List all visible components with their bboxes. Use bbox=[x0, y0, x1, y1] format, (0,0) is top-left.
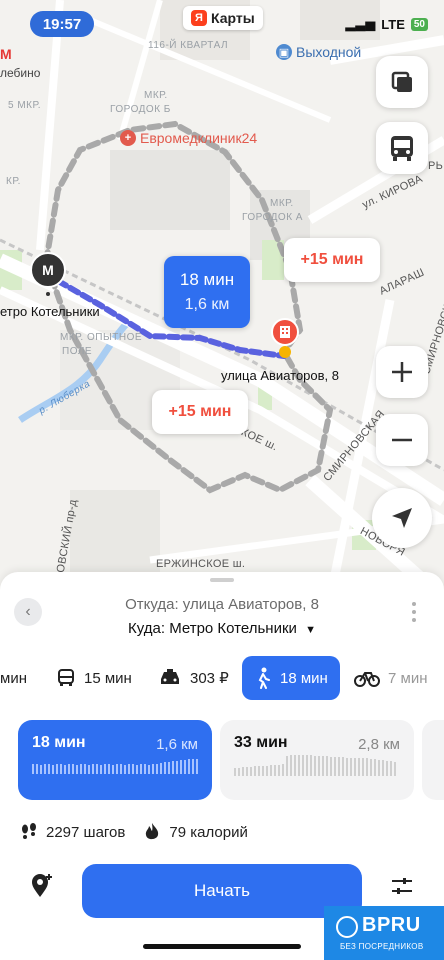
poi-label: Выходной bbox=[296, 44, 362, 60]
steps-count: 2297 шагов bbox=[46, 823, 126, 841]
start-button[interactable]: Начать bbox=[82, 864, 362, 918]
bike-icon bbox=[354, 672, 380, 687]
elevation-profile bbox=[32, 759, 198, 774]
steps-stat: 2297 шагов bbox=[20, 823, 125, 841]
maps-logo: Я Карты bbox=[183, 6, 263, 30]
medical-icon: + bbox=[120, 130, 136, 146]
route-from[interactable]: Откуда: улица Авиаторов, 8 bbox=[0, 596, 444, 613]
add-pin-icon bbox=[32, 874, 52, 897]
elevation-profile bbox=[234, 755, 396, 776]
sheet-grabber[interactable] bbox=[210, 578, 234, 582]
my-location-button[interactable] bbox=[372, 488, 432, 548]
more-icon bbox=[412, 602, 416, 606]
mode-label: 303 ₽ bbox=[190, 670, 229, 687]
transport-button[interactable] bbox=[376, 122, 428, 174]
building-icon bbox=[280, 326, 290, 338]
poi-vykhodnoy[interactable]: ▣ Выходной bbox=[276, 44, 361, 60]
sliders-icon bbox=[392, 878, 412, 894]
calories-count: 79 калорий bbox=[169, 823, 248, 841]
map-label: МКР. ОПЫТНОЕ bbox=[60, 332, 143, 343]
signal-icon: ▂▃▅ bbox=[345, 16, 376, 31]
map-label: ЕРЖИНСКОЕ ш. bbox=[156, 558, 246, 570]
destination-pin[interactable] bbox=[271, 318, 299, 346]
home-indicator[interactable] bbox=[143, 944, 301, 949]
route-variant-card[interactable]: 18 мин 1,6 км bbox=[18, 720, 212, 800]
metro-pin-dot bbox=[46, 292, 50, 296]
mode-label: 18 мин bbox=[280, 669, 328, 687]
mode-car[interactable]: мин bbox=[0, 656, 27, 700]
calories-stat: 79 калорий bbox=[143, 822, 248, 842]
badge-title: BPRU bbox=[362, 914, 421, 936]
transport-modes: мин 15 мин 303 ₽ 18 мин 7 мин bbox=[0, 656, 444, 700]
route-bubble-alt[interactable]: +15 мин bbox=[284, 238, 380, 282]
map-label: ГОРОДОК Б bbox=[110, 104, 171, 115]
metro-label: етро Котельники bbox=[0, 304, 100, 319]
route-sheet: ‹ Откуда: улица Авиаторов, 8 Куда: Метро… bbox=[0, 572, 444, 960]
map-label: ПОЛЕ bbox=[62, 346, 93, 357]
metro-icon: M bbox=[0, 46, 12, 62]
footsteps-icon bbox=[22, 823, 36, 839]
minus-icon bbox=[392, 438, 412, 442]
add-waypoint-button[interactable] bbox=[28, 872, 56, 900]
network-type: LTE bbox=[381, 16, 405, 32]
map-label: ГОРОДОК А bbox=[242, 212, 303, 223]
route-to[interactable]: Куда: Метро Котельники ▼ bbox=[0, 620, 444, 637]
variant-distance: 2,8 км bbox=[358, 736, 400, 753]
route-variant-card[interactable]: 33 мин 2,8 км bbox=[220, 720, 414, 800]
more-options-button[interactable] bbox=[412, 602, 416, 622]
poi-clinic[interactable]: + Евромедклиник24 bbox=[120, 130, 257, 146]
mode-taxi[interactable]: 303 ₽ bbox=[158, 656, 229, 700]
bus-icon bbox=[391, 136, 413, 161]
route-to-label: Куда: Метро Котельники bbox=[128, 620, 297, 637]
walk-icon bbox=[258, 667, 270, 689]
route-distance: 1,6 км bbox=[184, 296, 230, 313]
map-view[interactable]: лебино 116-Й КВАРТАЛ 5 МКР. МКР. ГОРОДОК… bbox=[0, 0, 444, 600]
map-label: лебино bbox=[0, 66, 41, 80]
mode-label: 15 мин bbox=[84, 669, 132, 687]
taxi-icon bbox=[161, 669, 179, 684]
people-icon bbox=[336, 916, 358, 938]
route-time: 18 мин bbox=[179, 270, 235, 289]
route-variant-card[interactable] bbox=[422, 720, 444, 800]
battery-level: 50 bbox=[410, 17, 428, 31]
destination-marker bbox=[279, 346, 291, 358]
mode-bus[interactable]: 15 мин bbox=[56, 656, 132, 700]
metro-pin[interactable]: М bbox=[30, 252, 66, 288]
location-arrow-icon bbox=[392, 508, 412, 528]
mode-label: мин bbox=[0, 669, 27, 687]
map-label: КР. bbox=[6, 176, 21, 187]
zoom-out-button[interactable] bbox=[376, 414, 428, 466]
map-label: МКР. bbox=[270, 198, 294, 209]
badge-subtitle: БЕЗ ПОСРЕДНИКОВ bbox=[340, 942, 424, 951]
mode-bike[interactable]: 7 мин bbox=[354, 656, 428, 700]
bus-icon bbox=[58, 669, 74, 686]
route-bubble-main[interactable]: 18 мин 1,6 км bbox=[164, 256, 250, 328]
layers-button[interactable] bbox=[376, 56, 428, 108]
watermark-badge: BPRU БЕЗ ПОСРЕДНИКОВ bbox=[324, 906, 444, 960]
plus-icon bbox=[392, 362, 412, 382]
mode-walk[interactable]: 18 мин bbox=[242, 656, 340, 700]
map-label: 116-Й КВАРТАЛ bbox=[148, 40, 229, 51]
poi-label: Евромедклиник24 bbox=[140, 130, 258, 146]
flame-icon bbox=[146, 823, 159, 840]
route-stats: 2297 шагов 79 калорий bbox=[20, 822, 248, 842]
variant-distance: 1,6 км bbox=[156, 736, 198, 753]
map-label: РЬ bbox=[428, 160, 444, 172]
map-label: 5 МКР. bbox=[8, 100, 42, 111]
shopping-icon: ▣ bbox=[276, 44, 292, 60]
destination-label: улица Авиаторов, 8 bbox=[221, 368, 339, 383]
status-indicators: ▂▃▅ LTE 50 bbox=[345, 16, 428, 32]
layers-icon bbox=[391, 71, 412, 92]
app-name: Карты bbox=[211, 10, 255, 26]
status-time: 19:57 bbox=[30, 11, 94, 37]
yandex-logo-icon: Я bbox=[191, 10, 207, 26]
route-bubble-alt[interactable]: +15 мин bbox=[152, 390, 248, 434]
zoom-in-button[interactable] bbox=[376, 346, 428, 398]
chevron-down-icon: ▼ bbox=[305, 624, 316, 636]
route-settings-button[interactable] bbox=[390, 874, 414, 898]
map-label: МКР. bbox=[144, 90, 168, 101]
mode-label: 7 мин bbox=[388, 669, 428, 687]
